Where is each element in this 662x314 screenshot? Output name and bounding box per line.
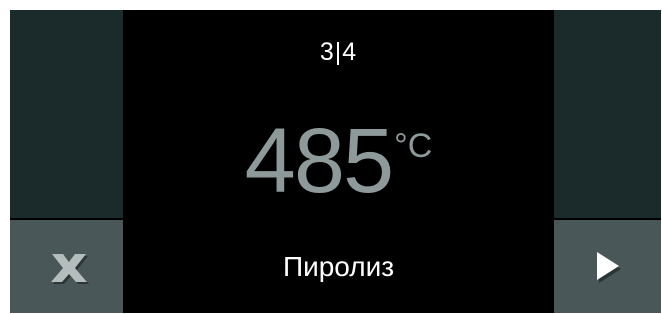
cancel-button[interactable] [10,220,123,313]
step-indicator: 3|4 [319,38,358,66]
close-icon [43,249,91,285]
temperature-value: 485 [244,110,394,212]
temperature-unit: °C [394,127,433,165]
left-side-panel [10,10,123,218]
play-arrow-icon [591,247,625,287]
right-side-panel [554,10,661,218]
temperature-display: 485°C [123,115,554,207]
oven-display: 3|4 485°C Пиролиз [10,10,661,313]
program-name: Пиролиз [282,251,395,282]
next-button[interactable] [554,220,661,313]
